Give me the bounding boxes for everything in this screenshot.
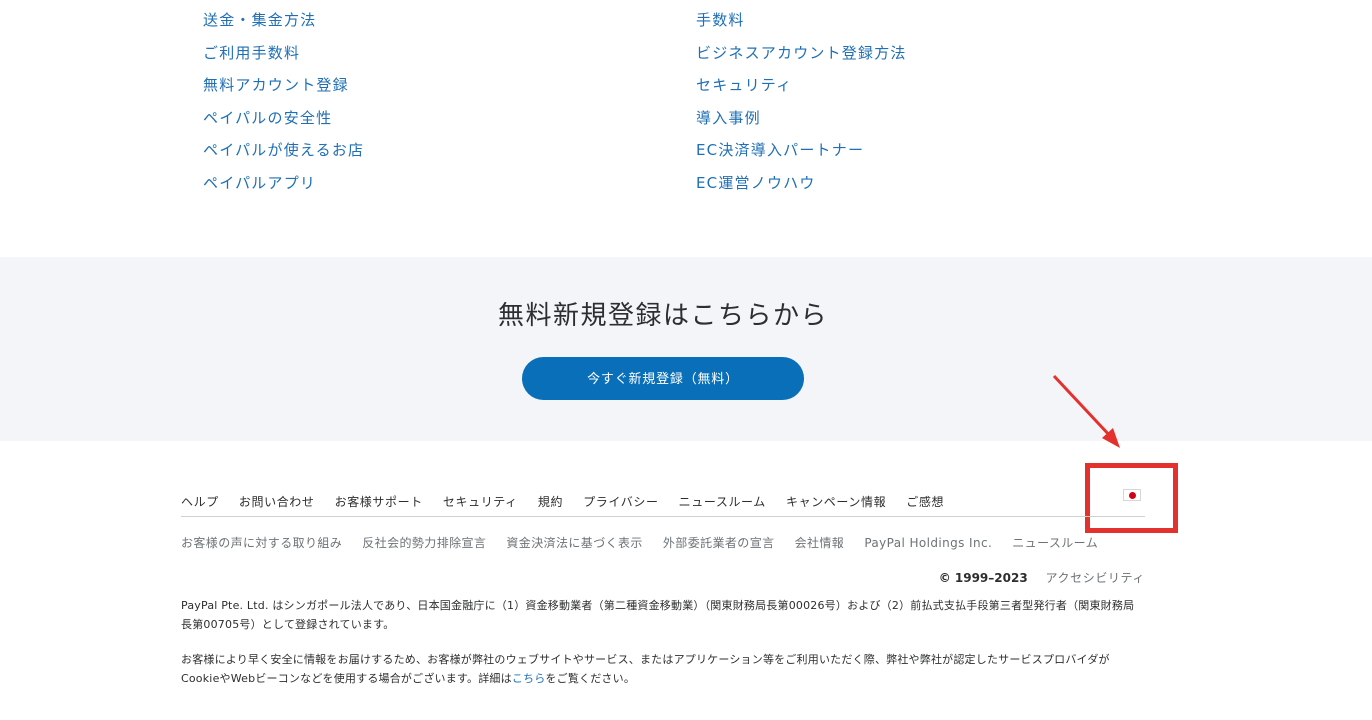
link-usage-fees[interactable]: ご利用手数料 (203, 40, 364, 73)
signup-button[interactable]: 今すぐ新規登録（無料） (522, 357, 804, 400)
footer-link-feedback[interactable]: ご感想 (906, 493, 944, 510)
footer-divider (181, 516, 1145, 517)
link-security[interactable]: セキュリティ (696, 72, 907, 105)
signup-section: 無料新規登録はこちらから 今すぐ新規登録（無料） (0, 257, 1372, 441)
footer-link-anti-social[interactable]: 反社会的勢力排除宣言 (362, 534, 486, 551)
link-paypal-app[interactable]: ペイパルアプリ (203, 170, 364, 203)
footer-link-security[interactable]: セキュリティ (443, 493, 518, 510)
footer-link-campaign[interactable]: キャンペーン情報 (786, 493, 886, 510)
signup-title: 無料新規登録はこちらから (497, 301, 828, 331)
legal-paragraph-cookies: お客様により早く安全に情報をお届けするため、お客様が弊社のウェブサイトやサービス… (181, 650, 1145, 688)
accessibility-link[interactable]: アクセシビリティ (1046, 571, 1145, 585)
footer-legal-links: お客様の声に対する取り組み 反社会的勢力排除宣言 資金決済法に基づく表示 外部委… (181, 532, 1113, 551)
legal-paragraph-registration: PayPal Pte. Ltd. はシンガポール法人であり、日本国金融庁に（1）… (181, 599, 1135, 631)
cookie-text-before: お客様により早く安全に情報をお届けするため、お客様が弊社のウェブサイトやサービス… (181, 653, 1110, 685)
footer-link-paypal-holdings[interactable]: PayPal Holdings Inc. (864, 536, 992, 550)
cookie-text-after: をご覧ください。 (545, 672, 636, 685)
footer-link-customer-voice[interactable]: お客様の声に対する取り組み (181, 534, 342, 551)
link-free-account[interactable]: 無料アカウント登録 (203, 72, 364, 105)
footer-link-outsourcing[interactable]: 外部委託業者の宣言 (663, 534, 775, 551)
footer-link-company-info[interactable]: 会社情報 (795, 534, 845, 551)
footer-link-payment-act[interactable]: 資金決済法に基づく表示 (506, 534, 642, 551)
link-stores[interactable]: ペイパルが使えるお店 (203, 137, 364, 170)
copyright-row: © 1999–2023 アクセシビリティ (939, 569, 1145, 586)
link-column-right: 手数料 ビジネスアカウント登録方法 セキュリティ 導入事例 EC決済導入パートナ… (696, 7, 907, 203)
footer-link-newsroom-2[interactable]: ニュースルーム (1012, 534, 1098, 551)
link-business-account[interactable]: ビジネスアカウント登録方法 (696, 40, 907, 73)
link-section: 送金・集金方法 ご利用手数料 無料アカウント登録 ペイパルの安全性 ペイパルが使… (0, 0, 1372, 257)
footer: ヘルプ お問い合わせ お客様サポート セキュリティ 規約 プライバシー ニュース… (0, 441, 1372, 720)
link-case-studies[interactable]: 導入事例 (696, 105, 907, 138)
link-paypal-safety[interactable]: ペイパルの安全性 (203, 105, 364, 138)
footer-link-help[interactable]: ヘルプ (181, 493, 219, 510)
footer-link-terms[interactable]: 規約 (538, 493, 563, 510)
link-column-left: 送金・集金方法 ご利用手数料 無料アカウント登録 ペイパルの安全性 ペイパルが使… (203, 7, 364, 203)
link-ec-partners[interactable]: EC決済導入パートナー (696, 137, 907, 170)
footer-link-privacy[interactable]: プライバシー (583, 493, 658, 510)
annotation-highlight-box (1085, 463, 1178, 533)
cookie-details-link[interactable]: こちら (512, 672, 546, 685)
footer-nav: ヘルプ お問い合わせ お客様サポート セキュリティ 規約 プライバシー ニュース… (181, 491, 959, 509)
link-ec-knowhow[interactable]: EC運営ノウハウ (696, 170, 907, 203)
link-fees[interactable]: 手数料 (696, 7, 907, 40)
link-remittance-methods[interactable]: 送金・集金方法 (203, 7, 364, 40)
footer-link-newsroom[interactable]: ニュースルーム (679, 493, 766, 510)
copyright-text: © 1999–2023 (938, 571, 1028, 585)
footer-link-contact[interactable]: お問い合わせ (239, 493, 315, 510)
footer-link-support[interactable]: お客様サポート (335, 493, 423, 510)
